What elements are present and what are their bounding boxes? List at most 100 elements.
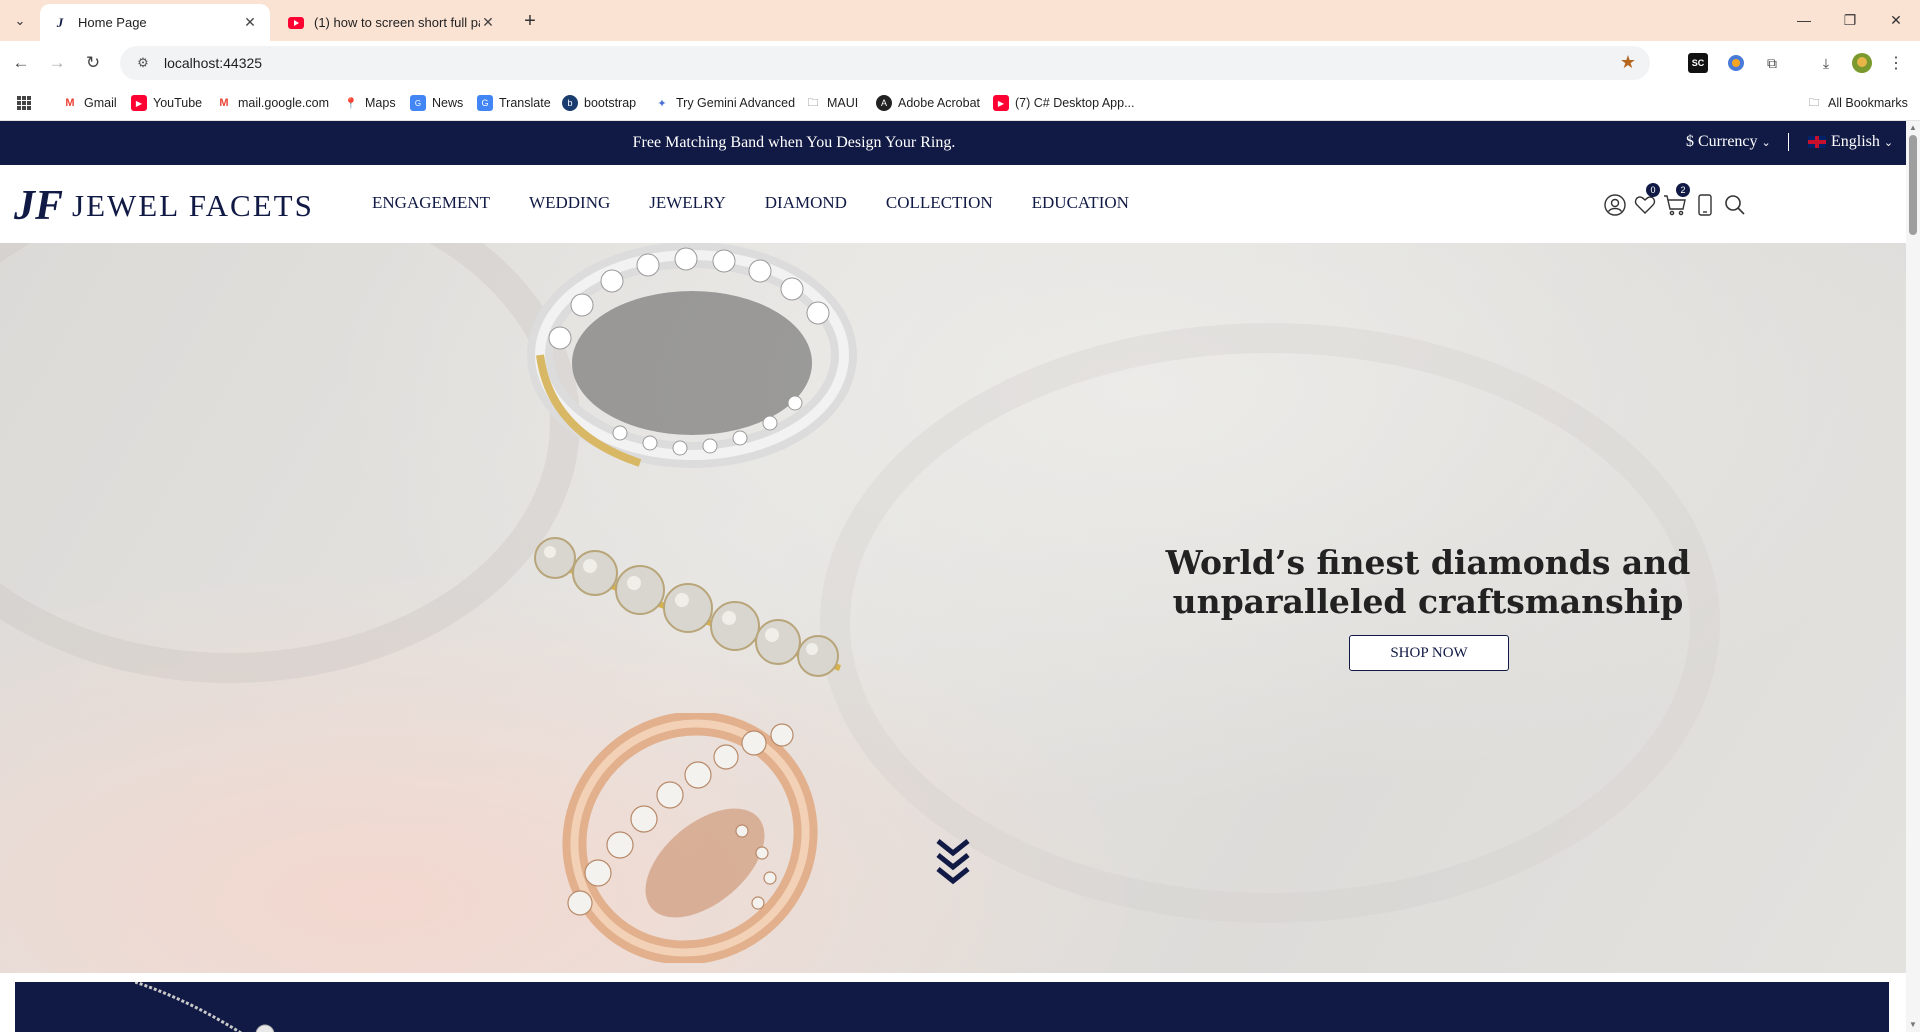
folder-icon: 🗀 [807, 96, 819, 109]
close-window-icon[interactable]: ✕ [1880, 6, 1912, 34]
reload-icon[interactable]: ↻ [80, 50, 106, 76]
back-icon[interactable]: ← [8, 50, 34, 76]
site-header: JF JEWEL FACETS ENGAGEMENT WEDDING JEWEL… [0, 165, 1906, 243]
divider [1788, 133, 1789, 151]
bookmark-mail-google[interactable]: M mail.google.com [216, 93, 329, 113]
bookmark-label: bootstrap [584, 96, 637, 110]
hero-banner: World’s finest diamonds and unparalleled… [0, 243, 1906, 973]
bookmark-gmail[interactable]: M Gmail [62, 93, 117, 113]
bookmark-label: MAUI [827, 96, 859, 110]
tab-title: (1) how to screen short full pag [314, 15, 480, 30]
scrollbar-thumb[interactable] [1909, 135, 1917, 235]
tab-home-page[interactable]: J Home Page ✕ [40, 4, 270, 41]
site-logo[interactable]: JF JEWEL FACETS [14, 182, 314, 230]
nav-jewelry[interactable]: JEWELRY [649, 193, 726, 213]
cart-count-badge: 2 [1676, 183, 1690, 197]
page-viewport: Free Matching Band when You Design Your … [0, 121, 1920, 1032]
bookmark-gemini[interactable]: ✦ Try Gemini Advanced [654, 93, 795, 113]
apps-grid-icon[interactable] [16, 93, 32, 113]
next-section-banner [15, 982, 1889, 1032]
wishlist-count-badge: 0 [1646, 183, 1660, 197]
background-swirl [0, 243, 580, 683]
promo-bar: Free Matching Band when You Design Your … [0, 121, 1906, 165]
bookmark-label: Translate [499, 96, 551, 110]
bookmark-adobe-acrobat[interactable]: A Adobe Acrobat [876, 93, 980, 113]
bookmark-translate[interactable]: G Translate [477, 93, 551, 113]
account-icon[interactable] [1600, 191, 1630, 219]
tab-search-chevron-icon[interactable]: ⌄ [8, 9, 32, 33]
gmail-icon: M [65, 97, 75, 109]
chevron-down-icon: ⌄ [1761, 137, 1771, 149]
extension-sc-icon[interactable]: SC [1688, 53, 1708, 73]
scroll-up-arrow-icon[interactable]: ▲ [1909, 123, 1917, 132]
bookmark-label: Gmail [84, 96, 117, 110]
bootstrap-icon: b [562, 95, 578, 111]
download-icon[interactable]: ⤓ [1814, 51, 1838, 75]
shop-now-button[interactable]: SHOP NOW [1349, 635, 1509, 671]
scroll-down-arrow-icon[interactable]: ▼ [1909, 1020, 1917, 1029]
bookmarks-bar: M Gmail ▶ YouTube M mail.google.com 📍 Ma… [0, 85, 1920, 121]
wishlist-heart-icon[interactable]: 0 [1630, 183, 1660, 219]
search-icon[interactable] [1720, 191, 1750, 219]
bookmark-maps[interactable]: 📍 Maps [343, 93, 395, 113]
header-icons: 0 2 [1600, 183, 1750, 219]
nav-education[interactable]: EDUCATION [1032, 193, 1129, 213]
tab-youtube[interactable]: (1) how to screen short full pag ✕ [276, 4, 508, 41]
restore-icon[interactable]: ❐ [1834, 6, 1866, 34]
language-selector[interactable]: English ⌄ [1808, 133, 1893, 151]
mobile-phone-icon[interactable] [1690, 191, 1720, 219]
profile-avatar[interactable] [1850, 51, 1874, 75]
nav-collection[interactable]: COLLECTION [886, 193, 993, 213]
scroll-down-chevrons-icon[interactable] [935, 837, 971, 885]
jewel-facets-favicon-icon: J [56, 14, 64, 30]
bookmark-label: All Bookmarks [1828, 96, 1908, 110]
bookmark-label: Try Gemini Advanced [676, 96, 796, 110]
acrobat-icon: A [876, 95, 892, 111]
bookmark-csharp-desktop[interactable]: ▶ (7) C# Desktop App... [993, 93, 1135, 113]
extensions-puzzle-icon[interactable]: ⧉ [1760, 51, 1784, 75]
url-text[interactable]: localhost:44325 [164, 55, 262, 71]
address-bar[interactable]: ⚙ localhost:44325 ★ [120, 46, 1650, 80]
uk-flag-icon [1808, 136, 1826, 148]
menu-kebab-icon[interactable]: ⋮ [1884, 51, 1908, 75]
youtube-icon: ▶ [131, 95, 147, 111]
forward-icon[interactable]: → [44, 50, 70, 76]
nav-diamond[interactable]: DIAMOND [765, 193, 847, 213]
cart-icon[interactable]: 2 [1660, 183, 1690, 219]
tab-title: Home Page [78, 15, 147, 30]
chevron-down-icon: ⌄ [1883, 136, 1894, 149]
translate-icon: G [477, 95, 493, 111]
extension-color-icon[interactable] [1724, 51, 1748, 75]
currency-label: $ Currency [1686, 133, 1758, 150]
youtube-icon: ▶ [993, 95, 1009, 111]
close-tab-icon[interactable]: ✕ [242, 14, 258, 31]
promo-text: Free Matching Band when You Design Your … [632, 134, 956, 151]
new-tab-icon[interactable]: + [518, 9, 542, 33]
bookmark-star-icon[interactable]: ★ [1620, 52, 1636, 73]
browser-tab-bar: ⌄ J Home Page ✕ (1) how to screen short … [0, 0, 1920, 41]
site-info-icon[interactable]: ⚙ [132, 52, 154, 74]
youtube-icon [288, 15, 304, 31]
bookmark-maui[interactable]: 🗀 MAUI [805, 93, 859, 113]
nav-engagement[interactable]: ENGAGEMENT [372, 193, 490, 213]
all-bookmarks[interactable]: 🗀 All Bookmarks [1806, 93, 1908, 113]
ring-image-rose-gold [520, 711, 860, 968]
bookmark-label: mail.google.com [238, 96, 330, 110]
logo-text: JEWEL FACETS [72, 188, 314, 223]
ring-image-yellow-gold [520, 528, 860, 683]
close-tab-icon[interactable]: ✕ [480, 14, 496, 31]
bookmark-youtube[interactable]: ▶ YouTube [131, 93, 202, 113]
bookmark-bootstrap[interactable]: b bootstrap [562, 93, 636, 113]
address-toolbar: ← → ↻ ⚙ localhost:44325 ★ SC ⧉ ⤓ ⋮ [0, 41, 1920, 85]
minimize-icon[interactable]: — [1788, 6, 1820, 34]
hero-heading-line2: unparalleled craftsmanship [1172, 582, 1684, 621]
nav-wedding[interactable]: WEDDING [529, 193, 610, 213]
currency-selector[interactable]: $ Currency ⌄ [1686, 133, 1771, 151]
main-nav: ENGAGEMENT WEDDING JEWELRY DIAMOND COLLE… [372, 193, 1168, 213]
background-swirl [820, 323, 1720, 923]
hero-heading-line1: World’s finest diamonds and [1165, 543, 1691, 582]
folder-icon: 🗀 [1808, 96, 1820, 109]
bookmark-news[interactable]: G News [410, 93, 463, 113]
bookmark-label: Adobe Acrobat [898, 96, 981, 110]
page-scrollbar[interactable]: ▲ ▼ [1906, 121, 1920, 1032]
